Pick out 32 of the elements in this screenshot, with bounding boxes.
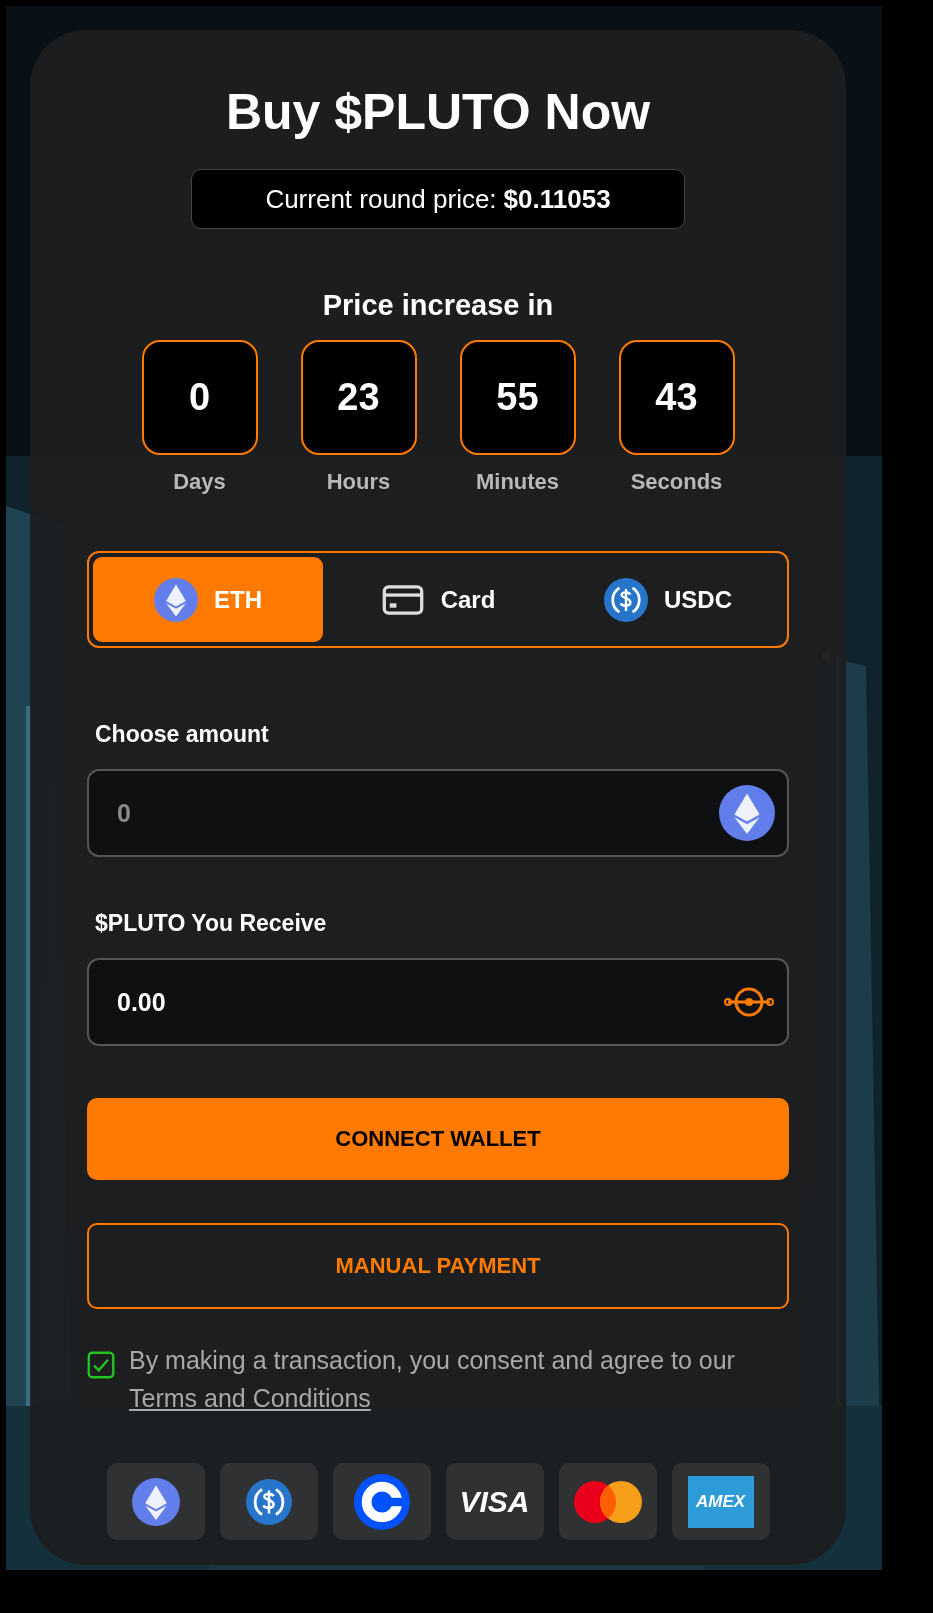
checkbox[interactable] [87, 1351, 115, 1379]
countdown-label: Minutes [475, 469, 560, 495]
dollar-coin-icon [245, 1478, 292, 1525]
countdown-label: Hours [326, 469, 391, 495]
price-value: $0.11053 [503, 183, 611, 215]
ethereum-icon [154, 577, 198, 622]
countdown-label: Days [173, 469, 226, 495]
card-brand-text: AMEX [687, 1475, 754, 1528]
dollar-coin-icon [604, 577, 648, 622]
payment-tab[interactable]: Card [323, 557, 553, 642]
countdown-value: 43 [618, 340, 735, 455]
terms-link[interactable]: Terms and Conditions [129, 1384, 371, 1412]
manual-payment-button[interactable]: MANUAL PAYMENT [87, 1223, 789, 1309]
ethereum-icon [131, 1477, 180, 1526]
countdown-value: 0 [141, 340, 258, 455]
countdown-label: Seconds [630, 469, 723, 495]
countdown-value: 23 [300, 340, 417, 455]
card-brand-text: VISA [459, 1484, 530, 1519]
payment-tab[interactable]: USDC [553, 557, 783, 642]
consent-text: By making a transaction, you consent and agree to our Terms and Conditions [129, 1345, 736, 1414]
overlapping-circles-icon [572, 1479, 643, 1524]
title: Buy $PLUTO Now [225, 83, 651, 142]
field-label: $PLUTO You Receive [95, 909, 328, 938]
countdown-title: Price increase in [322, 289, 554, 322]
connect-wallet-button[interactable]: CONNECT WALLET [87, 1098, 789, 1180]
input-field[interactable]: 0 [87, 769, 789, 857]
ethereum-icon [719, 785, 775, 841]
price-label: Current round price: [265, 183, 497, 215]
countdown-value: 55 [459, 340, 576, 455]
field-label: Choose amount [95, 720, 270, 749]
input-field[interactable]: 0.00 [87, 958, 789, 1046]
coin-c-icon [353, 1473, 410, 1530]
